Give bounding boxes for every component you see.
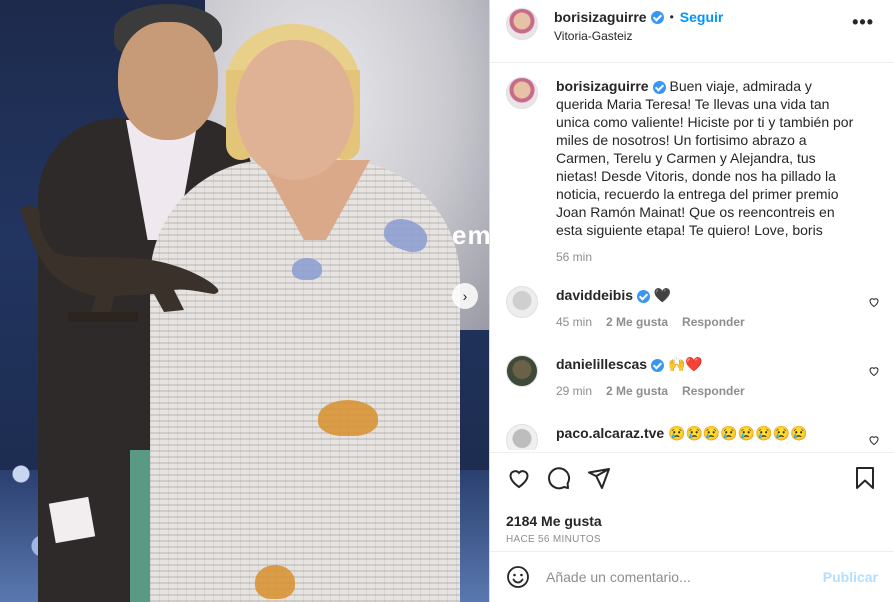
comment-likes[interactable]: 2 Me gusta — [606, 313, 668, 331]
comment-bubble-icon[interactable] — [546, 465, 572, 491]
comment-author[interactable]: paco.alcaraz.tve — [556, 425, 664, 441]
verified-badge-icon — [637, 289, 651, 303]
comment-avatar[interactable] — [506, 424, 538, 450]
verified-badge-icon — [651, 358, 665, 372]
butterfly-print — [255, 565, 295, 599]
post-location[interactable]: Vitoria-Gasteiz — [554, 29, 723, 43]
comment-meta: 29 min 2 Me gusta Responder — [556, 382, 856, 400]
action-icons — [506, 463, 878, 493]
comment-meta: 45 min 2 Me gusta Responder — [556, 313, 856, 331]
comment-avatar[interactable] — [506, 286, 538, 318]
caption-content: borisizaguirre Buen viaje, admirada y qu… — [556, 77, 856, 239]
comment-content: daviddeibis 🖤 — [556, 286, 856, 304]
comment-item: daviddeibis 🖤 45 min 2 Me gusta Responde… — [506, 286, 880, 331]
verified-badge-icon — [652, 80, 666, 94]
like-heart-icon[interactable] — [506, 465, 532, 491]
comment-text: 😢😢😢😢😢😢😢😢 — [668, 425, 808, 441]
award-statuette — [20, 205, 219, 322]
next-photo-button[interactable]: › — [452, 283, 478, 309]
caption-author[interactable]: borisizaguirre — [556, 78, 649, 94]
publish-button[interactable]: Publicar — [823, 569, 878, 585]
header-text: borisizaguirre • Seguir Vitoria-Gasteiz — [554, 9, 723, 43]
like-comment-heart-icon[interactable] — [868, 365, 880, 377]
comment-avatar[interactable] — [506, 355, 538, 387]
post-timestamp[interactable]: HACE 56 MINUTOS — [506, 534, 878, 545]
emoji-smiley-icon[interactable] — [506, 565, 530, 589]
post-photo[interactable]: em › — [0, 0, 489, 602]
caption-body: borisizaguirre Buen viaje, admirada y qu… — [556, 77, 856, 266]
comment-body: paco.alcaraz.tve 😢😢😢😢😢😢😢😢 — [556, 424, 856, 450]
reply-button[interactable]: Responder — [682, 313, 745, 331]
caption: borisizaguirre Buen viaje, admirada y qu… — [506, 77, 880, 266]
comment-input[interactable] — [546, 569, 823, 585]
verified-badge-icon — [650, 10, 664, 24]
follow-button[interactable]: Seguir — [680, 9, 724, 25]
comment-author[interactable]: daviddeibis — [556, 287, 633, 303]
woman-face — [236, 40, 354, 180]
author-username[interactable]: borisizaguirre — [554, 9, 647, 25]
header-row: borisizaguirre • Seguir — [554, 9, 723, 25]
comment-author[interactable]: danielillescas — [556, 356, 647, 372]
separator-dot: • — [669, 10, 674, 24]
comment-body: daviddeibis 🖤 45 min 2 Me gusta Responde… — [556, 286, 856, 331]
more-options-icon[interactable]: ••• — [852, 12, 874, 33]
like-comment-heart-icon[interactable] — [868, 296, 880, 308]
comment-time: 45 min — [556, 315, 593, 329]
caption-avatar[interactable] — [506, 77, 538, 109]
comment-time: 29 min — [556, 384, 593, 398]
comment-item: danielillescas 🙌❤️ 29 min 2 Me gusta Res… — [506, 355, 880, 400]
man-cuff — [48, 496, 96, 544]
man-face — [118, 22, 218, 140]
comments-list: borisizaguirre Buen viaje, admirada y qu… — [490, 63, 894, 450]
save-bookmark-icon[interactable] — [852, 465, 878, 491]
caption-meta: 56 min — [556, 248, 856, 266]
butterfly-print — [292, 258, 322, 280]
comment-body: danielillescas 🙌❤️ 29 min 2 Me gusta Res… — [556, 355, 856, 400]
background-screen-text: em — [452, 220, 489, 250]
comment-content: paco.alcaraz.tve 😢😢😢😢😢😢😢😢 — [556, 424, 856, 442]
post-actions: 2184 Me gusta HACE 56 MINUTOS — [490, 452, 894, 545]
post-side-panel: borisizaguirre • Seguir Vitoria-Gasteiz … — [489, 0, 894, 602]
likes-count[interactable]: 2184 Me gusta — [506, 513, 878, 529]
comment-text: 🙌❤️ — [667, 356, 703, 372]
caption-text: Buen viaje, admirada y querida Maria Ter… — [556, 78, 854, 238]
comment-composer: Publicar — [490, 551, 894, 602]
share-paper-plane-icon[interactable] — [586, 465, 612, 491]
instagram-post-modal: em › borisizaguirre • Seguir Vitoria-Gas… — [0, 0, 894, 602]
comment-likes[interactable]: 2 Me gusta — [606, 382, 668, 400]
post-header: borisizaguirre • Seguir Vitoria-Gasteiz … — [490, 0, 894, 63]
caption-time: 56 min — [556, 250, 593, 264]
author-avatar[interactable] — [506, 8, 538, 40]
reply-button[interactable]: Responder — [682, 382, 745, 400]
like-comment-heart-icon[interactable] — [868, 434, 880, 446]
butterfly-print — [318, 400, 378, 436]
comment-content: danielillescas 🙌❤️ — [556, 355, 856, 373]
comment-text: 🖤 — [653, 287, 672, 303]
comment-item: paco.alcaraz.tve 😢😢😢😢😢😢😢😢 — [506, 424, 880, 450]
